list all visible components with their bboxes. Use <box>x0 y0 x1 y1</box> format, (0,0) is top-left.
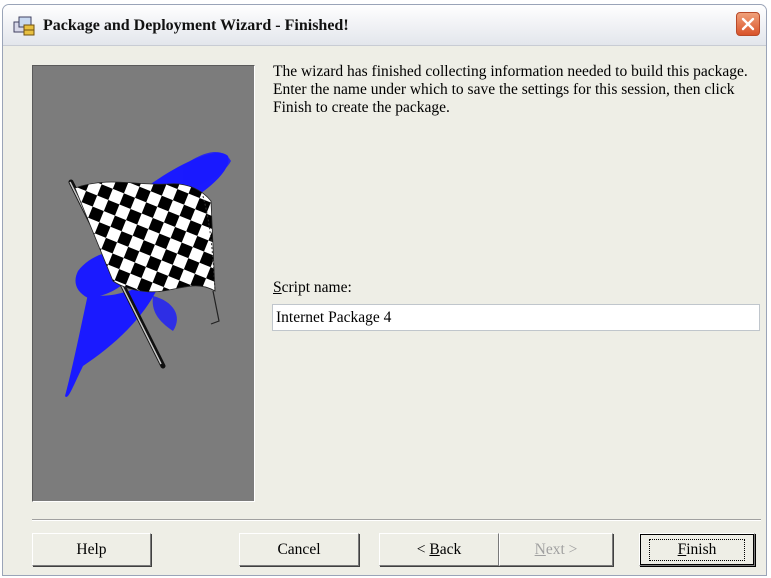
finish-button[interactable]: Finish <box>639 533 755 566</box>
window-title: Package and Deployment Wizard - Finished… <box>43 17 349 34</box>
next-mnemonic: N <box>534 540 546 558</box>
script-name-label-rest: cript name: <box>281 279 352 296</box>
close-icon <box>741 17 755 31</box>
back-rest: ack <box>439 540 462 558</box>
title-bar[interactable]: Package and Deployment Wizard - Finished… <box>3 5 766 46</box>
script-name-label: Script name: <box>273 279 352 297</box>
separator <box>32 519 761 521</box>
finish-rest: inish <box>686 540 717 558</box>
back-mnemonic: B <box>429 540 440 558</box>
next-button[interactable]: Next > <box>499 533 613 566</box>
package-icon <box>13 16 35 36</box>
finish-mnemonic: F <box>677 540 687 558</box>
back-button[interactable]: < Back <box>379 533 499 566</box>
help-button[interactable]: Help <box>32 533 151 566</box>
finish-focus-ring: Finish <box>648 538 746 561</box>
cancel-button[interactable]: Cancel <box>239 533 359 566</box>
wizard-window: Package and Deployment Wizard - Finished… <box>2 4 767 576</box>
script-name-input[interactable] <box>272 304 760 331</box>
close-button[interactable] <box>736 12 760 36</box>
intro-text: The wizard has finished collecting infor… <box>273 63 748 116</box>
wizard-side-image <box>32 65 255 502</box>
script-name-label-mnemonic: S <box>273 279 282 296</box>
next-rest: ext > <box>545 540 578 558</box>
back-prefix: < <box>416 540 430 558</box>
checkered-flag-image <box>65 151 231 397</box>
